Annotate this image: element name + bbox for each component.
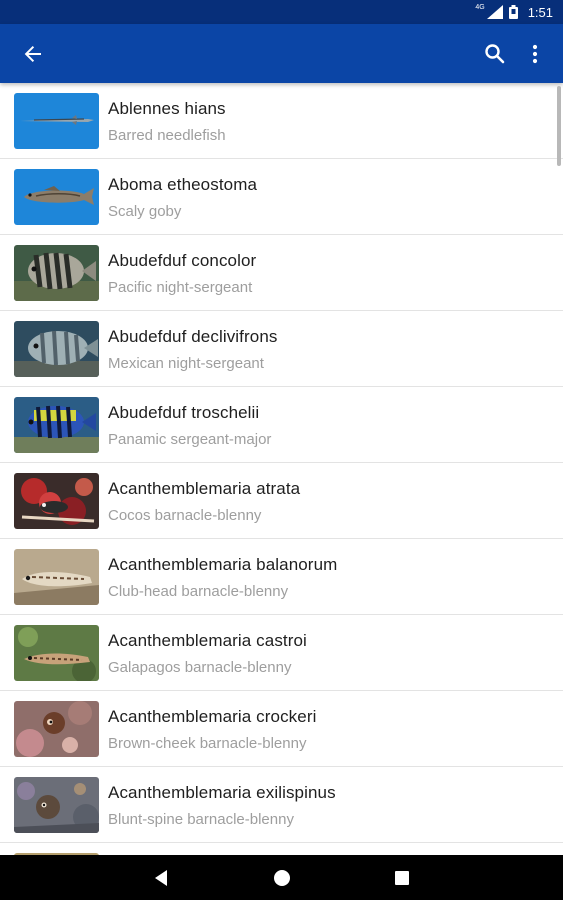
common-name: Mexican night-sergeant — [108, 355, 264, 372]
search-icon[interactable] — [482, 41, 508, 67]
common-name: Barred needlefish — [108, 127, 226, 144]
common-name: Cocos barnacle-blenny — [108, 507, 262, 524]
scientific-name: Abudefduf troschelii — [108, 403, 260, 422]
list-item[interactable]: Aboma etheostoma Scaly goby — [0, 159, 563, 235]
battery-icon — [508, 5, 518, 19]
species-thumbnail — [14, 397, 99, 453]
list-item[interactable]: Acanthemblemaria balanorum Club-head barn… — [0, 539, 563, 615]
species-list[interactable]: Ablennes hians Barred needlefish Aboma eth… — [0, 83, 563, 855]
list-item[interactable]: Acanthemblemaria exilispinus Blunt-spine … — [0, 767, 563, 843]
signal-icon — [486, 5, 503, 19]
status-bar: 4G 1:51 — [0, 0, 563, 24]
common-name: Pacific night-sergeant — [108, 279, 253, 296]
scientific-name: Aboma etheostoma — [108, 175, 258, 194]
species-thumbnail — [14, 321, 99, 377]
species-thumbnail — [14, 701, 99, 757]
scientific-name: Acanthemblemaria atrata — [108, 479, 301, 498]
species-thumbnail — [14, 777, 99, 833]
common-name: Club-head barnacle-blenny — [108, 583, 289, 600]
list-item[interactable]: Acanthemblemaria atrata Cocos barnacle-bl… — [0, 463, 563, 539]
list-item[interactable]: Abudefduf troschelii Panamic sergeant-maj… — [0, 387, 563, 463]
common-name: Panamic sergeant-major — [108, 431, 272, 448]
list-item[interactable]: Abudefduf declivifrons Mexican night-serg… — [0, 311, 563, 387]
back-arrow-icon[interactable] — [20, 41, 46, 67]
scientific-name: Abudefduf concolor — [108, 251, 257, 270]
list-item[interactable]: Abudefduf concolor Pacific night-sergeant — [0, 235, 563, 311]
scientific-name: Ablennes hians — [108, 99, 226, 118]
navigation-bar — [0, 855, 563, 900]
scientific-name: Acanthemblemaria balanorum — [108, 555, 338, 574]
more-vert-icon[interactable] — [522, 41, 548, 67]
list-item[interactable]: Ablennes hians Barred needlefish — [0, 83, 563, 159]
list-item-partial[interactable] — [0, 843, 563, 855]
scientific-name: Acanthemblemaria exilispinus — [108, 783, 336, 802]
common-name: Blunt-spine barnacle-blenny — [108, 811, 294, 828]
common-name: Brown-cheek barnacle-blenny — [108, 735, 307, 752]
list-item[interactable]: Acanthemblemaria castroi Galapagos barnac… — [0, 615, 563, 691]
list-item[interactable]: Acanthemblemaria crockeri Brown-cheek bar… — [0, 691, 563, 767]
network-type: 4G — [475, 3, 485, 11]
scientific-name: Acanthemblemaria crockeri — [108, 707, 317, 726]
app-bar — [0, 24, 563, 83]
common-name: Galapagos barnacle-blenny — [108, 659, 292, 676]
species-thumbnail — [14, 549, 99, 605]
status-time: 1:51 — [527, 4, 553, 20]
nav-recents-icon[interactable] — [391, 867, 413, 889]
scientific-name: Acanthemblemaria castroi — [108, 631, 307, 650]
species-thumbnail — [14, 625, 99, 681]
nav-home-icon[interactable] — [271, 867, 293, 889]
common-name: Scaly goby — [108, 203, 182, 220]
scrollbar[interactable] — [557, 86, 561, 166]
species-thumbnail — [14, 245, 99, 301]
nav-back-icon[interactable] — [151, 867, 173, 889]
scientific-name: Abudefduf declivifrons — [108, 327, 278, 346]
species-thumbnail — [14, 93, 99, 149]
species-thumbnail — [14, 169, 99, 225]
species-thumbnail — [14, 473, 99, 529]
